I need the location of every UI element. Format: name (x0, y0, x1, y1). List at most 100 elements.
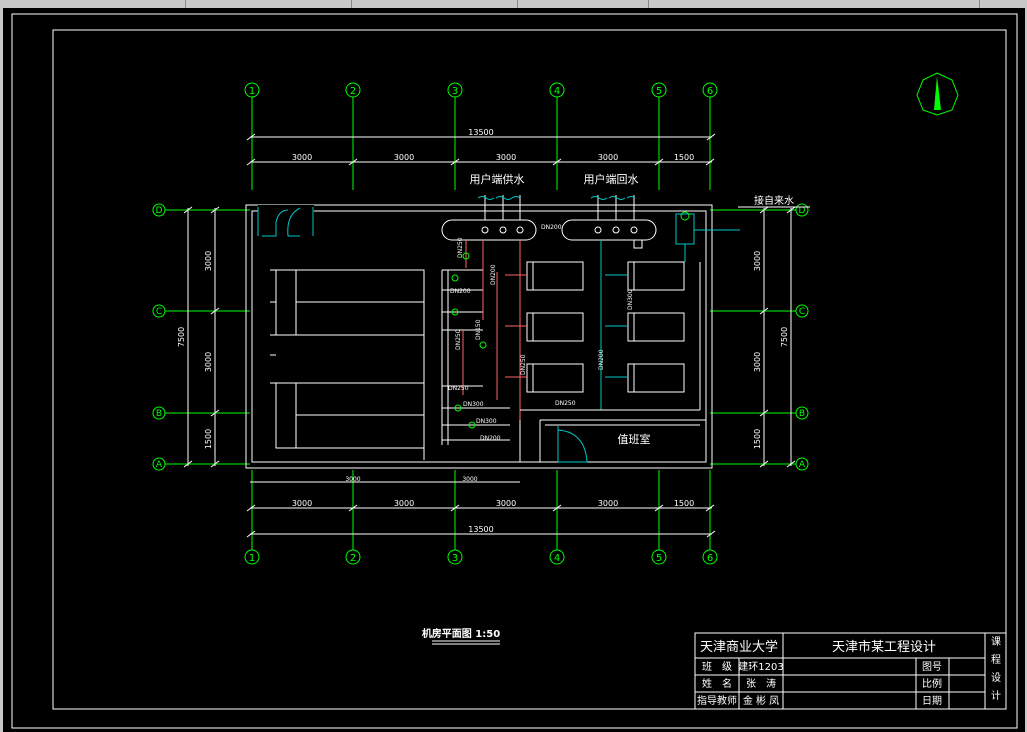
dim: 3000 (496, 153, 516, 162)
cad-drawing-canvas[interactable]: 1 2 3 4 5 6 1 2 3 4 5 6 D C B A D C B A … (0, 0, 1027, 732)
return-label: 用户端回水 (584, 172, 639, 186)
class-label: 班 级 (702, 661, 732, 673)
scale-label: 比例 (922, 677, 942, 690)
axis-label: 3 (452, 86, 458, 97)
dim: 3000 (204, 352, 213, 372)
softener-unit (633, 211, 740, 262)
axis-bubble-4: 4 (549, 470, 565, 565)
dim: 3000 (394, 153, 414, 162)
pipe-label: DN250 (520, 354, 527, 375)
class-value: 建环1203 (738, 660, 783, 673)
axis-label: D (156, 206, 163, 216)
axis-bubble-B: B (710, 406, 809, 420)
drawing-no-label: 图号 (922, 661, 942, 673)
axis-label: C (799, 307, 805, 317)
pipe-label: DN200 (598, 349, 605, 370)
dim: 3000 (496, 499, 516, 508)
date-label: 日期 (922, 695, 942, 707)
pipe-label: DN150 (475, 319, 482, 340)
pipe-label: DN200 (480, 435, 501, 442)
axis-bubble-1: 1 (244, 470, 260, 565)
axis-label: 4 (554, 553, 560, 564)
side-char: 设 (991, 672, 1001, 684)
dim: 1500 (753, 429, 762, 449)
axis-label: A (799, 460, 806, 470)
axis-bubble-C: C (152, 304, 250, 318)
name-value: 张 涛 (746, 677, 776, 690)
axis-label: 4 (554, 86, 560, 97)
duty-room: 值班室 (539, 419, 706, 463)
outer-frame (11, 13, 1018, 729)
dim: 3000 (753, 352, 762, 372)
side-char: 程 (991, 654, 1001, 666)
city-water-label: 接自来水 (754, 194, 794, 207)
dim: 3000 (598, 499, 618, 508)
pipe-label: DN300 (476, 418, 497, 425)
pipe-label: DN250 (457, 237, 464, 258)
axis-label: A (156, 460, 163, 470)
axis-label: 1 (249, 553, 255, 564)
dimension-right: 3000 3000 1500 7500 (753, 206, 796, 468)
caption-text: 机房平面图 1:50 (422, 627, 500, 640)
dim-total: 7500 (780, 327, 789, 347)
project-name: 天津市某工程设计 (832, 639, 936, 655)
pipe-label: DN200 (541, 224, 562, 231)
pipe-label: DN250 (448, 385, 469, 392)
drawing-caption: 机房平面图 1:50 (422, 627, 500, 645)
piping (441, 240, 701, 462)
axis-grid-bottom: 1 2 3 4 5 6 (244, 470, 718, 565)
axis-grid-left: D C B A (152, 203, 250, 471)
axis-bubble-6: 6 (702, 470, 718, 565)
axis-bubble-D: D (152, 203, 250, 217)
axis-bubble-5: 5 (651, 470, 667, 565)
axis-label: 2 (350, 553, 356, 564)
dimension-top: 13500 3000 3000 3000 3000 1500 (246, 128, 716, 166)
tutor-value: 金 彬 凤 (743, 694, 779, 707)
axis-label: 3 (452, 553, 458, 564)
dim: 1500 (674, 499, 694, 508)
dim: 1500 (674, 153, 694, 162)
school-name: 天津商业大学 (700, 639, 778, 655)
title-block: 天津商业大学 天津市某工程设计 班 级 建环1203 姓 名 张 涛 指导教师 … (694, 632, 1007, 710)
axis-label: 5 (656, 86, 662, 97)
dim-sub: 3000 (345, 476, 360, 483)
pipe-label: DN300 (463, 401, 484, 408)
axis-label: 6 (707, 86, 713, 97)
dim: 3000 (598, 153, 618, 162)
axis-label: C (156, 307, 162, 317)
pipe-label: DN200 (450, 288, 471, 295)
dim: 3000 (292, 153, 312, 162)
chiller-units (270, 269, 425, 460)
dimension-left: 7500 3000 3000 1500 (177, 206, 220, 468)
axis-label: 2 (350, 86, 356, 97)
duty-room-label: 值班室 (618, 432, 651, 446)
dim: 3000 (292, 499, 312, 508)
supply-label: 用户端供水 (470, 172, 525, 186)
pipe-labels: DN250 DN200 DN150 DN250 DN200 DN250 DN30… (448, 224, 634, 442)
axis-bubble-A: A (152, 457, 250, 471)
axis-bubble-2: 2 (345, 470, 361, 565)
dimension-bottom: 3000 3000 3000 3000 3000 3000 1500 13500 (246, 476, 716, 538)
dim: 1500 (204, 429, 213, 449)
pump-groups (526, 261, 685, 393)
inner-frame (52, 29, 1007, 710)
axis-bubble-B: B (152, 406, 250, 420)
name-label: 姓 名 (702, 677, 732, 690)
dim: 3000 (204, 251, 213, 271)
side-char: 课 (991, 636, 1001, 648)
axis-bubble-A: A (710, 457, 809, 471)
axis-bubble-3: 3 (447, 470, 463, 565)
tutor-label: 指导教师 (697, 694, 737, 707)
dim-total: 13500 (468, 525, 493, 534)
dim: 3000 (753, 251, 762, 271)
axis-label: B (799, 409, 805, 419)
pipe-label: DN250 (555, 400, 576, 407)
axis-label: B (156, 409, 162, 419)
axis-label: 6 (707, 553, 713, 564)
dim-sub: 3000 (462, 476, 477, 483)
pipe-label: DN300 (627, 289, 634, 310)
dim: 3000 (394, 499, 414, 508)
north-arrow-icon (916, 72, 959, 116)
pipe-label: DN250 (455, 329, 462, 350)
headers: 用户端供水 用户端回水 接自来水 (441, 172, 810, 241)
